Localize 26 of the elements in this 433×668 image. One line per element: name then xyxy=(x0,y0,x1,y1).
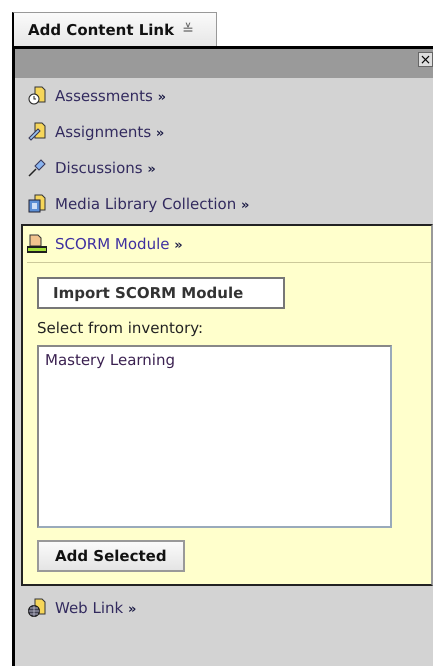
menu-item[interactable]: Media Library Collection » xyxy=(15,186,433,222)
menu-icon[interactable]: ≚ xyxy=(182,22,194,38)
menu-item[interactable]: Web Link » xyxy=(15,590,433,626)
clock-document-icon xyxy=(27,86,47,106)
item-link[interactable]: Media Library Collection » xyxy=(55,195,250,213)
list-option[interactable]: Mastery Learning xyxy=(45,351,384,369)
item-link[interactable]: Discussions » xyxy=(55,159,156,177)
ruler-document-icon xyxy=(27,122,47,142)
item-link[interactable]: SCORM Module » xyxy=(55,235,183,253)
pushpin-icon xyxy=(27,158,47,178)
film-document-icon xyxy=(27,194,47,214)
inventory-label: Select from inventory: xyxy=(37,319,204,337)
menu-item[interactable]: Assessments » xyxy=(15,78,433,114)
close-button[interactable]: × xyxy=(418,52,433,67)
scorm-package-icon xyxy=(27,234,47,254)
globe-document-icon xyxy=(27,598,47,618)
tab-title: Add Content Link xyxy=(28,20,174,38)
item-link[interactable]: Assignments » xyxy=(55,123,164,141)
add-selected-button[interactable]: Add Selected xyxy=(37,540,185,572)
menu-item[interactable]: Discussions » xyxy=(15,150,433,186)
item-link[interactable]: Web Link » xyxy=(55,599,136,617)
item-link[interactable]: Assessments » xyxy=(55,87,166,105)
inventory-list[interactable]: Mastery Learning xyxy=(37,345,392,528)
menu-item[interactable]: Assignments » xyxy=(15,114,433,150)
import-button[interactable]: Import SCORM Module xyxy=(37,277,286,309)
panel-tab[interactable]: Add Content Link ≚ xyxy=(12,12,217,46)
